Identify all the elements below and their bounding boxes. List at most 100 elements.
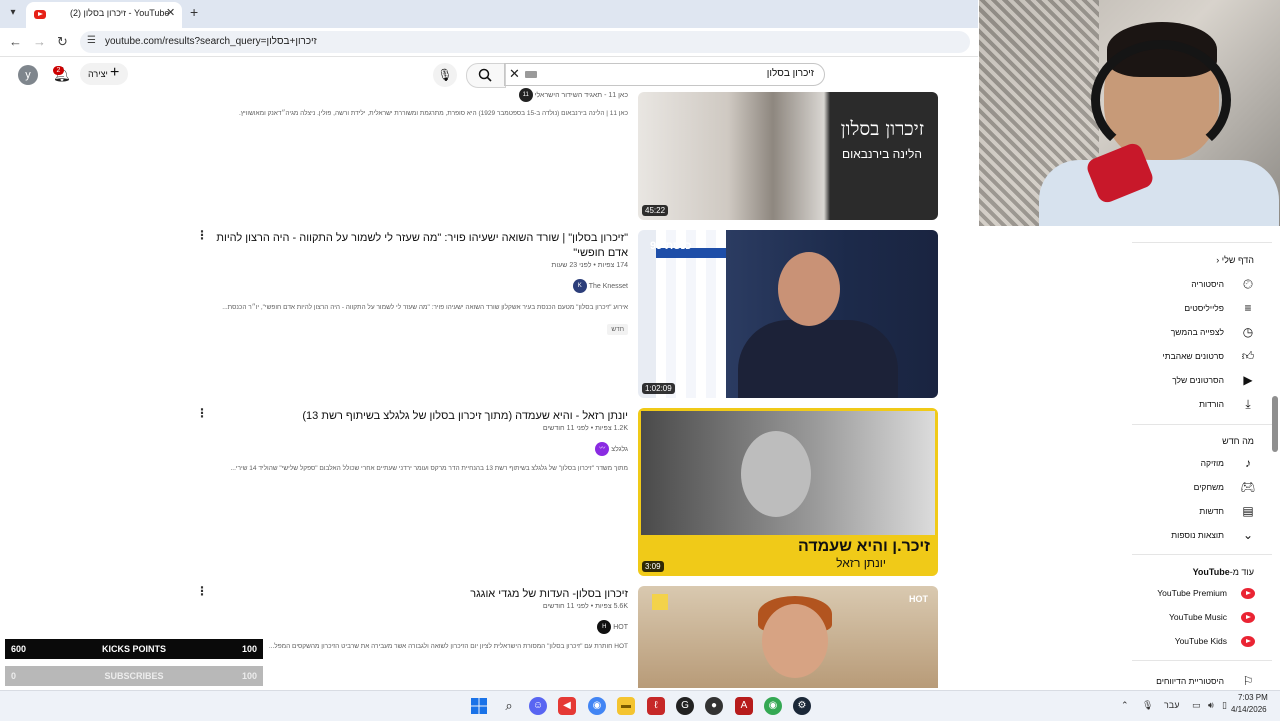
search-icon xyxy=(478,68,492,82)
guide-item-your-videos[interactable]: הסרטונים שלך xyxy=(1172,375,1224,385)
keyboard-icon[interactable] xyxy=(525,71,537,78)
tab-search-icon[interactable]: ▾ xyxy=(4,4,22,22)
result-1-thumbnail[interactable]: זיכרון בסלון הלינה בירנבאום 45:22 xyxy=(638,92,938,220)
tab-close-icon[interactable]: ✕ xyxy=(166,6,175,19)
media-app-icon[interactable]: ◀ xyxy=(558,697,576,715)
red-app-icon[interactable]: ℓ xyxy=(647,697,665,715)
network-icon[interactable]: ▭ xyxy=(1192,700,1201,711)
guide-separator xyxy=(1132,554,1272,555)
result-2-channel-name: The Knesset xyxy=(588,282,628,290)
volume-icon[interactable]: 🔊︎ xyxy=(1208,700,1214,711)
guide-item-playlists[interactable]: פלייליסטים xyxy=(1184,303,1224,313)
guide-more-header-brand: YouTube xyxy=(1192,567,1230,577)
forward-icon[interactable]: → xyxy=(33,34,46,49)
reload-icon[interactable]: ↻ xyxy=(57,34,68,50)
result-1-channel-avatar[interactable]: 11 xyxy=(518,88,533,102)
obs-icon[interactable]: ● xyxy=(705,697,723,715)
back-icon[interactable]: ← xyxy=(9,34,22,49)
result-1-duration: 45:22 xyxy=(642,205,669,216)
guide-item-history[interactable]: היסטוריה xyxy=(1191,279,1224,289)
download-icon: ⤓ xyxy=(1245,397,1251,411)
result-4-title[interactable]: זיכרון בסלון- העדות של מגדי אוגגר xyxy=(208,587,628,602)
result-3-duration: 3:09 xyxy=(642,561,664,572)
guide-item-youtube-premium[interactable]: YouTube Premium xyxy=(1157,588,1227,598)
new-tab-icon[interactable]: + xyxy=(190,4,198,20)
result-2-channel-avatar[interactable]: K xyxy=(572,279,587,293)
watch-later-icon: ◷ xyxy=(1242,325,1254,339)
result-4-thumb-tag xyxy=(652,594,668,610)
guide-item-show-more[interactable]: תוצאות נוספות xyxy=(1171,530,1224,540)
notifications-badge: 2 xyxy=(53,66,64,75)
result-1-thumb-subtitle: הלינה בירנבאום xyxy=(841,147,922,161)
taskbar-clock-time[interactable]: 7:03 PM xyxy=(1238,693,1268,702)
guide-you-header[interactable]: הדף שלי ‹ xyxy=(1216,255,1254,265)
result-2-channel[interactable]: The Knesset K xyxy=(569,279,628,293)
browser-tab[interactable]: (2) זיכרון בסלון - YouTube ✕ xyxy=(26,2,182,28)
page-scrollbar[interactable] xyxy=(1272,396,1278,452)
webcam-headset xyxy=(1091,40,1231,160)
site-info-icon[interactable]: ☰ xyxy=(87,35,96,46)
search-input[interactable] xyxy=(612,67,816,80)
result-3-title[interactable]: יונתן רזאל - והיא שעמדה (מתוך זיכרון בסל… xyxy=(208,409,628,424)
result-4-more-icon[interactable]: ⋮ xyxy=(196,584,208,598)
create-button[interactable]: יצירה + xyxy=(80,63,128,85)
battery-icon[interactable]: ▯ xyxy=(1222,700,1227,711)
plus-icon: + xyxy=(110,64,120,81)
result-3-thumbnail[interactable]: זיכר.ן והיא שעמדה יונתן רזאל 3:09 xyxy=(638,408,938,576)
israel-flag xyxy=(656,230,726,398)
url-text: youtube.com/results?search_query=זיכרון+… xyxy=(105,36,317,47)
result-3-thumb-subtitle: יונתן רזאל xyxy=(836,556,886,570)
result-1-description: כאן 11 | הלינה בירנבאום (נולדה ב-15 בספט… xyxy=(238,110,628,117)
result-2-thumbnail[interactable]: כנסת 99 1:02:09 xyxy=(638,230,938,398)
result-3-channel-avatar[interactable]: 〰 xyxy=(595,442,610,456)
taskbar-search-icon[interactable]: ⌕ xyxy=(500,697,518,715)
omnibox[interactable]: ☰ youtube.com/results?search_query=זיכרו… xyxy=(80,31,970,53)
discord-icon[interactable]: ☺ xyxy=(529,697,547,715)
result-4-thumbnail[interactable]: HOT xyxy=(638,586,938,688)
chrome-profile-icon[interactable]: ◉ xyxy=(588,697,606,715)
search-button[interactable] xyxy=(466,63,506,88)
keyboard-language[interactable]: עבר xyxy=(1164,700,1179,710)
result-4-description: HOT חותרת עם "זיכרון בסלון" המסורת הישרא… xyxy=(268,643,628,650)
flag-icon: ⚐ xyxy=(1242,674,1254,688)
guide-item-report-history[interactable]: היסטוריית הדיווחים xyxy=(1156,676,1224,686)
windows-start-icon[interactable] xyxy=(470,697,488,715)
youtube-favicon-icon xyxy=(34,10,46,19)
youtube-music-icon xyxy=(1241,612,1255,623)
result-1-channel[interactable]: כאן 11 - תאגיד השידור הישראלי 11 xyxy=(515,88,628,102)
taskbar-clock-date[interactable]: 4/14/2026 xyxy=(1231,705,1267,714)
avatar[interactable]: y xyxy=(18,65,38,85)
result-4-channel[interactable]: HOT H xyxy=(593,620,628,634)
steam-icon[interactable]: ⚙ xyxy=(793,697,811,715)
result-4-meta: 5.6K צפיות • לפני 11 חודשים xyxy=(542,603,628,610)
tray-chevron-up-icon[interactable]: ⌃ xyxy=(1121,700,1129,711)
file-explorer-icon[interactable]: ▬ xyxy=(617,697,635,715)
result-2-title[interactable]: "זיכרון בסלון" | שורד השואה ישעיהו פויר:… xyxy=(208,231,628,261)
adobe-icon[interactable]: A xyxy=(735,697,753,715)
g-app-icon[interactable]: G xyxy=(676,697,694,715)
result-2-thumb-person-body xyxy=(738,320,898,398)
guide-item-news[interactable]: חדשות xyxy=(1199,506,1224,516)
tray-mic-icon[interactable]: 🎙︎ xyxy=(1142,700,1153,711)
result-3-channel[interactable]: גלגלצ 〰 xyxy=(591,442,628,456)
guide-item-downloads[interactable]: הורדות xyxy=(1199,399,1224,409)
guide-item-watch-later[interactable]: לצפייה בהמשך xyxy=(1171,327,1224,337)
chevron-left-icon: ‹ xyxy=(1216,255,1220,265)
clear-search-icon[interactable]: ✕ xyxy=(509,66,520,82)
result-2-more-icon[interactable]: ⋮ xyxy=(196,228,208,242)
guide-item-liked-videos[interactable]: סרטונים שאהבתי xyxy=(1163,351,1224,361)
result-3-more-icon[interactable]: ⋮ xyxy=(196,406,208,420)
chrome-icon[interactable]: ◉ xyxy=(764,697,782,715)
playlists-icon: ≡ xyxy=(1244,301,1252,315)
guide-item-gaming[interactable]: משחקים xyxy=(1194,482,1224,492)
result-4-channel-avatar[interactable]: H xyxy=(597,620,612,634)
guide-item-youtube-music[interactable]: YouTube Music xyxy=(1169,612,1227,622)
guide-separator xyxy=(1132,660,1272,661)
guide-item-youtube-kids[interactable]: YouTube Kids xyxy=(1175,636,1227,646)
guide-item-music[interactable]: מוזיקה xyxy=(1201,458,1224,468)
result-3-thumb-title: זיכר.ן והיא שעמדה xyxy=(797,538,930,555)
result-1-channel-name: כאן 11 - תאגיד השידור הישראלי xyxy=(534,91,628,99)
voice-search-icon[interactable]: 🎙︎ xyxy=(433,63,457,87)
your-videos-icon: ▶ xyxy=(1243,373,1253,387)
result-2-thumb-person-face xyxy=(778,252,840,326)
